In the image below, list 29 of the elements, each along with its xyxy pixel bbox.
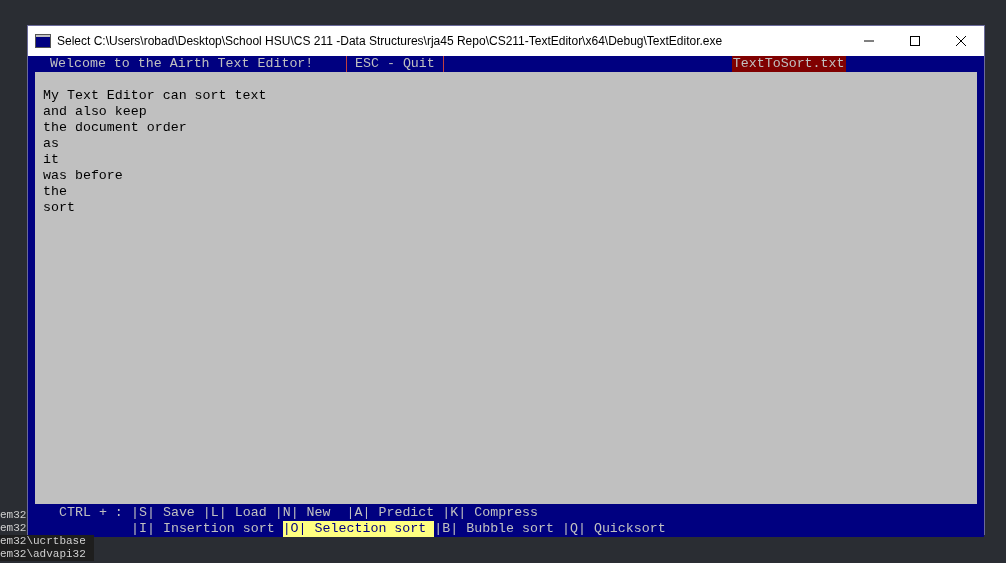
shortcut-item[interactable]: |O| Selection sort (282, 521, 435, 537)
shortcut-item[interactable]: |A| Predict (346, 505, 443, 521)
shortcut-item[interactable]: |B| Bubble sort (434, 521, 562, 537)
document-line: the document order (43, 120, 188, 136)
console-icon (35, 34, 51, 48)
shortcut-item[interactable]: |I| Insertion sort (131, 521, 283, 537)
background-text: em32 (0, 522, 27, 535)
shortcut-item[interactable]: |Q| Quicksort (562, 521, 674, 537)
filename-label: TextToSort.txt (731, 56, 846, 72)
document-line: My Text Editor can sort text (43, 88, 268, 104)
shortcut-item[interactable]: |N| New (274, 505, 347, 521)
maximize-icon (910, 36, 920, 46)
ctrl-label: CTRL + : (59, 505, 124, 521)
background-text: em32\advapi32 (0, 548, 94, 561)
background-text: em32 (0, 509, 27, 522)
document-line: sort (43, 200, 76, 216)
background-text: em32\ucrtbase (0, 535, 94, 548)
document-line: it (43, 152, 60, 168)
window-title: Select C:\Users\robad\Desktop\School HSU\CS 211 -Data Structures\rja45 Repo\CS211-TextEditor\x64\Debug\TextEditor.exe (57, 33, 724, 50)
close-icon (956, 36, 966, 46)
document-line: was before (43, 168, 124, 184)
shortcut-item[interactable]: |K| Compress (442, 505, 547, 521)
shortcut-item[interactable]: |S| Save (131, 505, 203, 521)
document-line: as (43, 136, 60, 152)
shortcut-item[interactable]: |L| Load (202, 505, 275, 521)
welcome-text: Welcome to the Airth Text Editor! (50, 56, 315, 72)
text-area[interactable]: My Text Editor can sort text and also keep the document order as it was before the sort (35, 72, 977, 504)
document-line: and also keep (43, 104, 148, 120)
document-line: the (43, 184, 68, 200)
